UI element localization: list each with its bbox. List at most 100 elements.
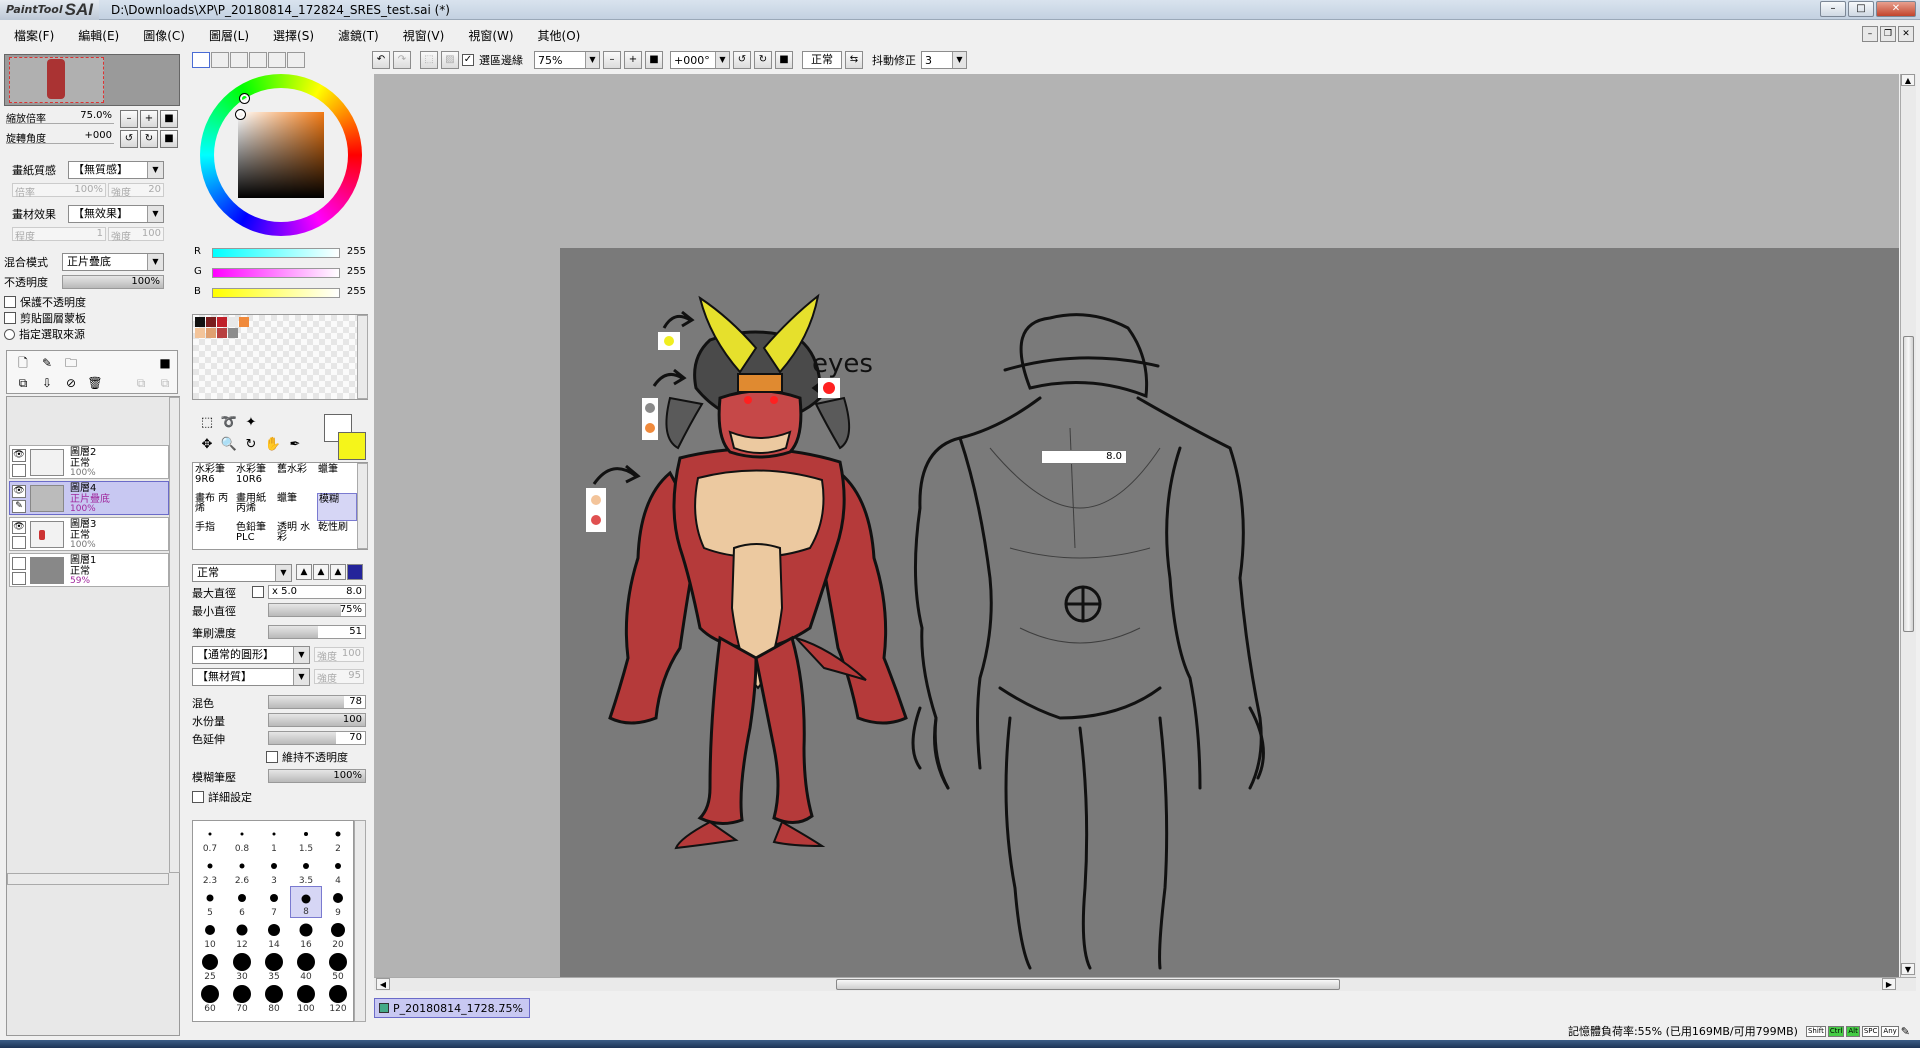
deselect-button[interactable]: ⬚ <box>420 51 438 69</box>
brush-size-cell[interactable]: 35 <box>258 950 290 982</box>
keep-opacity-checkbox[interactable] <box>266 751 278 763</box>
brush-tool[interactable]: 水彩筆 9R6 <box>194 464 234 492</box>
preserve-opacity-row[interactable]: 保護不透明度 <box>4 295 86 309</box>
eyedropper-icon[interactable]: ✒ <box>286 436 304 454</box>
scroll-left-arrow[interactable]: ◀ <box>376 978 390 990</box>
color-wheel-tab[interactable] <box>192 52 210 68</box>
menu-window[interactable]: 視窗(W) <box>454 27 523 44</box>
layer-lock-toggle[interactable] <box>12 536 26 549</box>
menu-file[interactable]: 檔案(F) <box>0 27 64 44</box>
brush-size-cell[interactable]: 2.6 <box>226 854 258 886</box>
red-track[interactable] <box>212 248 340 258</box>
preserve-opacity-checkbox[interactable] <box>4 296 16 308</box>
layer-item[interactable]: 圖層1 正常 59% <box>9 553 169 587</box>
paper-texture-select[interactable]: 【無質感】 ▼ <box>68 161 164 179</box>
angle-slider[interactable]: 旋轉角度 +000 <box>6 130 114 145</box>
menu-edit[interactable]: 編輯(E) <box>64 27 129 44</box>
keep-opacity-row[interactable]: 維持不透明度 <box>266 750 348 764</box>
canvas-horizontal-thumb[interactable] <box>836 979 1340 990</box>
copy-layer-icon[interactable]: ⧉ <box>15 375 31 391</box>
brush-size-cell[interactable]: 4 <box>322 854 354 886</box>
stabilizer-select[interactable]: 3 ▼ <box>921 51 967 69</box>
undo-button[interactable]: ↶ <box>372 51 390 69</box>
blend-slider[interactable]: 78 <box>268 695 366 709</box>
layer-list-scrollbar[interactable] <box>169 397 180 873</box>
color-swatch[interactable] <box>217 328 227 338</box>
paper-effect-select[interactable]: 【無效果】 ▼ <box>68 205 164 223</box>
brush-size-scrollbar[interactable] <box>354 820 366 1022</box>
color-mixer-tab[interactable] <box>249 52 267 68</box>
color-swatch[interactable] <box>217 317 227 327</box>
blur-pressure-slider[interactable]: 100% <box>268 769 366 783</box>
menu-other[interactable]: 其他(O) <box>524 27 591 44</box>
zoom-select[interactable]: 75% ▼ <box>534 51 600 69</box>
zoom-reset-button[interactable]: ■ <box>645 51 663 69</box>
new-vector-layer-icon[interactable]: ✎ <box>39 355 55 371</box>
color-swatch[interactable] <box>206 328 216 338</box>
brush-size-cell[interactable]: 2.3 <box>194 854 226 886</box>
detail-settings-row[interactable]: 詳細設定 <box>192 790 252 804</box>
brush-size-cell[interactable]: 8 <box>290 886 322 918</box>
layer-item-selected[interactable]: 👁 ✎ 圖層4 正片疊底 100% <box>9 481 169 515</box>
rotate-ccw-button[interactable]: ↺ <box>733 51 751 69</box>
hsv-slider-tab[interactable] <box>230 52 248 68</box>
brush-texture-strength[interactable]: 強度 95 <box>314 669 364 685</box>
brush-tool[interactable]: 水彩筆 10R6 <box>235 464 275 492</box>
brush-size-cell[interactable]: 5 <box>194 886 226 918</box>
clipping-row[interactable]: 剪貼圖層蒙板 <box>4 311 86 325</box>
layer-mask-icon[interactable]: ■ <box>157 355 173 371</box>
canvas-vertical-thumb[interactable] <box>1903 336 1914 632</box>
menu-filter[interactable]: 濾鏡(T) <box>324 27 389 44</box>
layer-lock-toggle[interactable] <box>12 572 26 585</box>
minimize-button[interactable]: – <box>1820 1 1846 17</box>
edge-medium-icon[interactable]: ▲ <box>313 564 329 580</box>
mdi-minimize-button[interactable]: – <box>1862 26 1878 42</box>
color-swatch[interactable] <box>239 317 249 327</box>
zoom-in-button[interactable]: + <box>624 51 642 69</box>
detail-settings-checkbox[interactable] <box>192 791 204 803</box>
layer-item[interactable]: 👁 圖層2 正常 100% <box>9 445 169 479</box>
brush-texture-select[interactable]: 【無材質】 ▼ <box>192 668 310 686</box>
paper-effect-strength[interactable]: 強度 100 <box>108 227 164 243</box>
eye-icon[interactable]: 👁 <box>12 449 26 462</box>
brush-size-cell[interactable]: 7 <box>258 886 290 918</box>
brush-size-cell[interactable]: 30 <box>226 950 258 982</box>
swatches-tab[interactable] <box>268 52 286 68</box>
brush-size-cell[interactable]: 80 <box>258 982 290 1014</box>
brush-size-cell[interactable]: 50 <box>322 950 354 982</box>
brush-size-cell[interactable]: 3.5 <box>290 854 322 886</box>
background-color[interactable] <box>338 432 366 460</box>
swatch-scrollbar[interactable] <box>357 315 368 399</box>
brush-size-cell[interactable]: 16 <box>290 918 322 950</box>
saturation-value-square[interactable] <box>238 112 324 198</box>
max-size-slider[interactable]: x 5.0 8.0 <box>268 585 366 599</box>
brush-tool[interactable]: 蠟筆 <box>276 493 316 521</box>
green-slider[interactable]: G 255 <box>194 266 368 280</box>
brush-shape-select[interactable]: 【通常的圓形】 ▼ <box>192 646 310 664</box>
nav-zoom-out-button[interactable]: – <box>120 110 138 128</box>
redo-button[interactable]: ↷ <box>393 51 411 69</box>
brush-size-cell[interactable]: 100 <box>290 982 322 1014</box>
rotate-icon[interactable]: ↻ <box>242 436 260 454</box>
layer-move-up-icon[interactable]: ⧉ <box>133 375 149 391</box>
color-swatch[interactable] <box>206 317 216 327</box>
mdi-close-button[interactable]: ✕ <box>1898 26 1914 42</box>
brush-tool[interactable]: 畫布 丙烯 <box>194 493 234 521</box>
color-swatch[interactable] <box>228 328 238 338</box>
menu-view[interactable]: 視窗(V) <box>389 27 455 44</box>
layer-visibility-toggle[interactable] <box>12 557 26 570</box>
brush-size-cell[interactable]: 40 <box>290 950 322 982</box>
rgb-slider-tab[interactable] <box>211 52 229 68</box>
brush-size-cell[interactable]: 10 <box>194 918 226 950</box>
invert-selection-button[interactable]: ▨ <box>441 51 459 69</box>
blue-slider[interactable]: B 255 <box>194 286 368 300</box>
zoom-slider[interactable]: 縮放倍率 75.0% <box>6 110 114 125</box>
brush-tool[interactable]: 舊水彩 <box>276 464 316 492</box>
move-icon[interactable]: ✥ <box>198 436 216 454</box>
brush-size-cell[interactable]: 2 <box>322 822 354 854</box>
color-wheel[interactable] <box>200 74 362 236</box>
scroll-right-arrow[interactable]: ▶ <box>1882 978 1896 990</box>
zoom-out-button[interactable]: – <box>603 51 621 69</box>
sv-cursor[interactable] <box>235 109 246 120</box>
canvas-vertical-scrollbar[interactable]: ▲ ▼ <box>1900 74 1916 977</box>
